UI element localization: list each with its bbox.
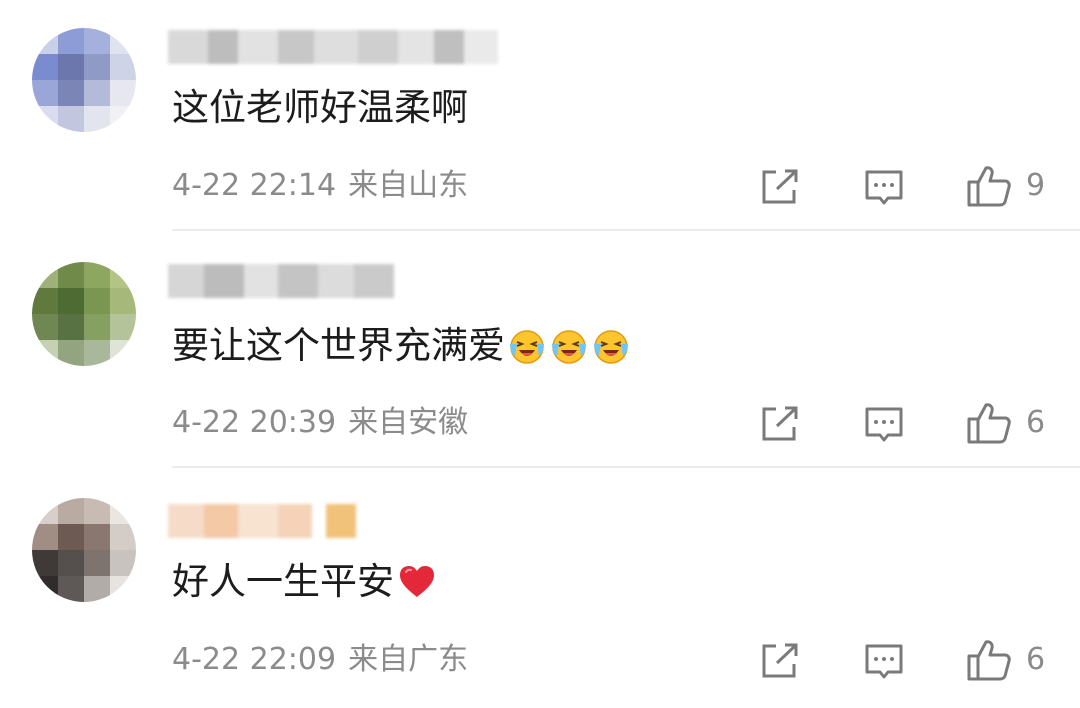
avatar[interactable] xyxy=(32,262,136,366)
comment-location: 来自山东 xyxy=(348,168,469,203)
comment-text: 要让这个世界充满爱 xyxy=(172,324,631,368)
avatar[interactable] xyxy=(32,28,136,132)
like-button[interactable] xyxy=(966,401,1012,445)
comment-text: 好人一生平安 xyxy=(172,560,436,604)
like-count: 6 xyxy=(1026,405,1046,440)
share-button[interactable] xyxy=(760,168,800,206)
comment-location: 来自广东 xyxy=(348,642,469,677)
username-blurred[interactable] xyxy=(168,264,394,298)
username-blurred[interactable] xyxy=(168,504,356,538)
comment-meta: 4-22 22:09 来自广东 xyxy=(172,642,468,678)
red-heart-emoji xyxy=(400,566,434,597)
like-button[interactable] xyxy=(966,164,1012,208)
comment-button[interactable] xyxy=(864,642,904,682)
comment-icon xyxy=(865,170,903,205)
comment-button[interactable] xyxy=(864,405,904,445)
comment-meta: 4-22 22:14 来自山东 xyxy=(172,168,468,204)
thumbs-up-icon xyxy=(967,640,1011,681)
share-button[interactable] xyxy=(760,642,800,680)
comment-date: 4-22 22:14 xyxy=(172,168,337,203)
comment-icon xyxy=(865,644,903,679)
crying-laugh-emoji xyxy=(594,330,628,364)
share-icon xyxy=(762,643,798,678)
comment-text: 这位老师好温柔啊 xyxy=(172,86,468,129)
share-icon xyxy=(762,169,798,204)
like-count: 6 xyxy=(1026,642,1046,677)
share-icon xyxy=(762,406,798,441)
comment-icon xyxy=(865,407,903,442)
comment-date: 4-22 20:39 xyxy=(172,405,337,440)
divider xyxy=(172,229,1080,231)
avatar[interactable] xyxy=(32,498,136,602)
comment-location: 来自安徽 xyxy=(348,405,469,440)
comment-item: 这位老师好温柔啊 4-22 22:14 来自山东 9 xyxy=(0,0,1080,232)
like-count: 9 xyxy=(1026,168,1046,203)
comment-button[interactable] xyxy=(864,168,904,208)
thumbs-up-icon xyxy=(967,166,1011,207)
comment-item: 好人一生平安 4-22 22:09 来自广东 6 xyxy=(0,468,1080,708)
comment-item: 要让这个世界充满爱 4-22 20:39 来自安徽 6 xyxy=(0,232,1080,468)
share-button[interactable] xyxy=(760,405,800,443)
comment-meta: 4-22 20:39 来自安徽 xyxy=(172,405,468,441)
crying-laugh-emoji xyxy=(552,330,586,364)
crying-laugh-emoji xyxy=(510,330,544,364)
username-blurred[interactable] xyxy=(168,30,498,64)
like-button[interactable] xyxy=(966,638,1012,682)
thumbs-up-icon xyxy=(967,403,1011,444)
comment-date: 4-22 22:09 xyxy=(172,642,337,677)
